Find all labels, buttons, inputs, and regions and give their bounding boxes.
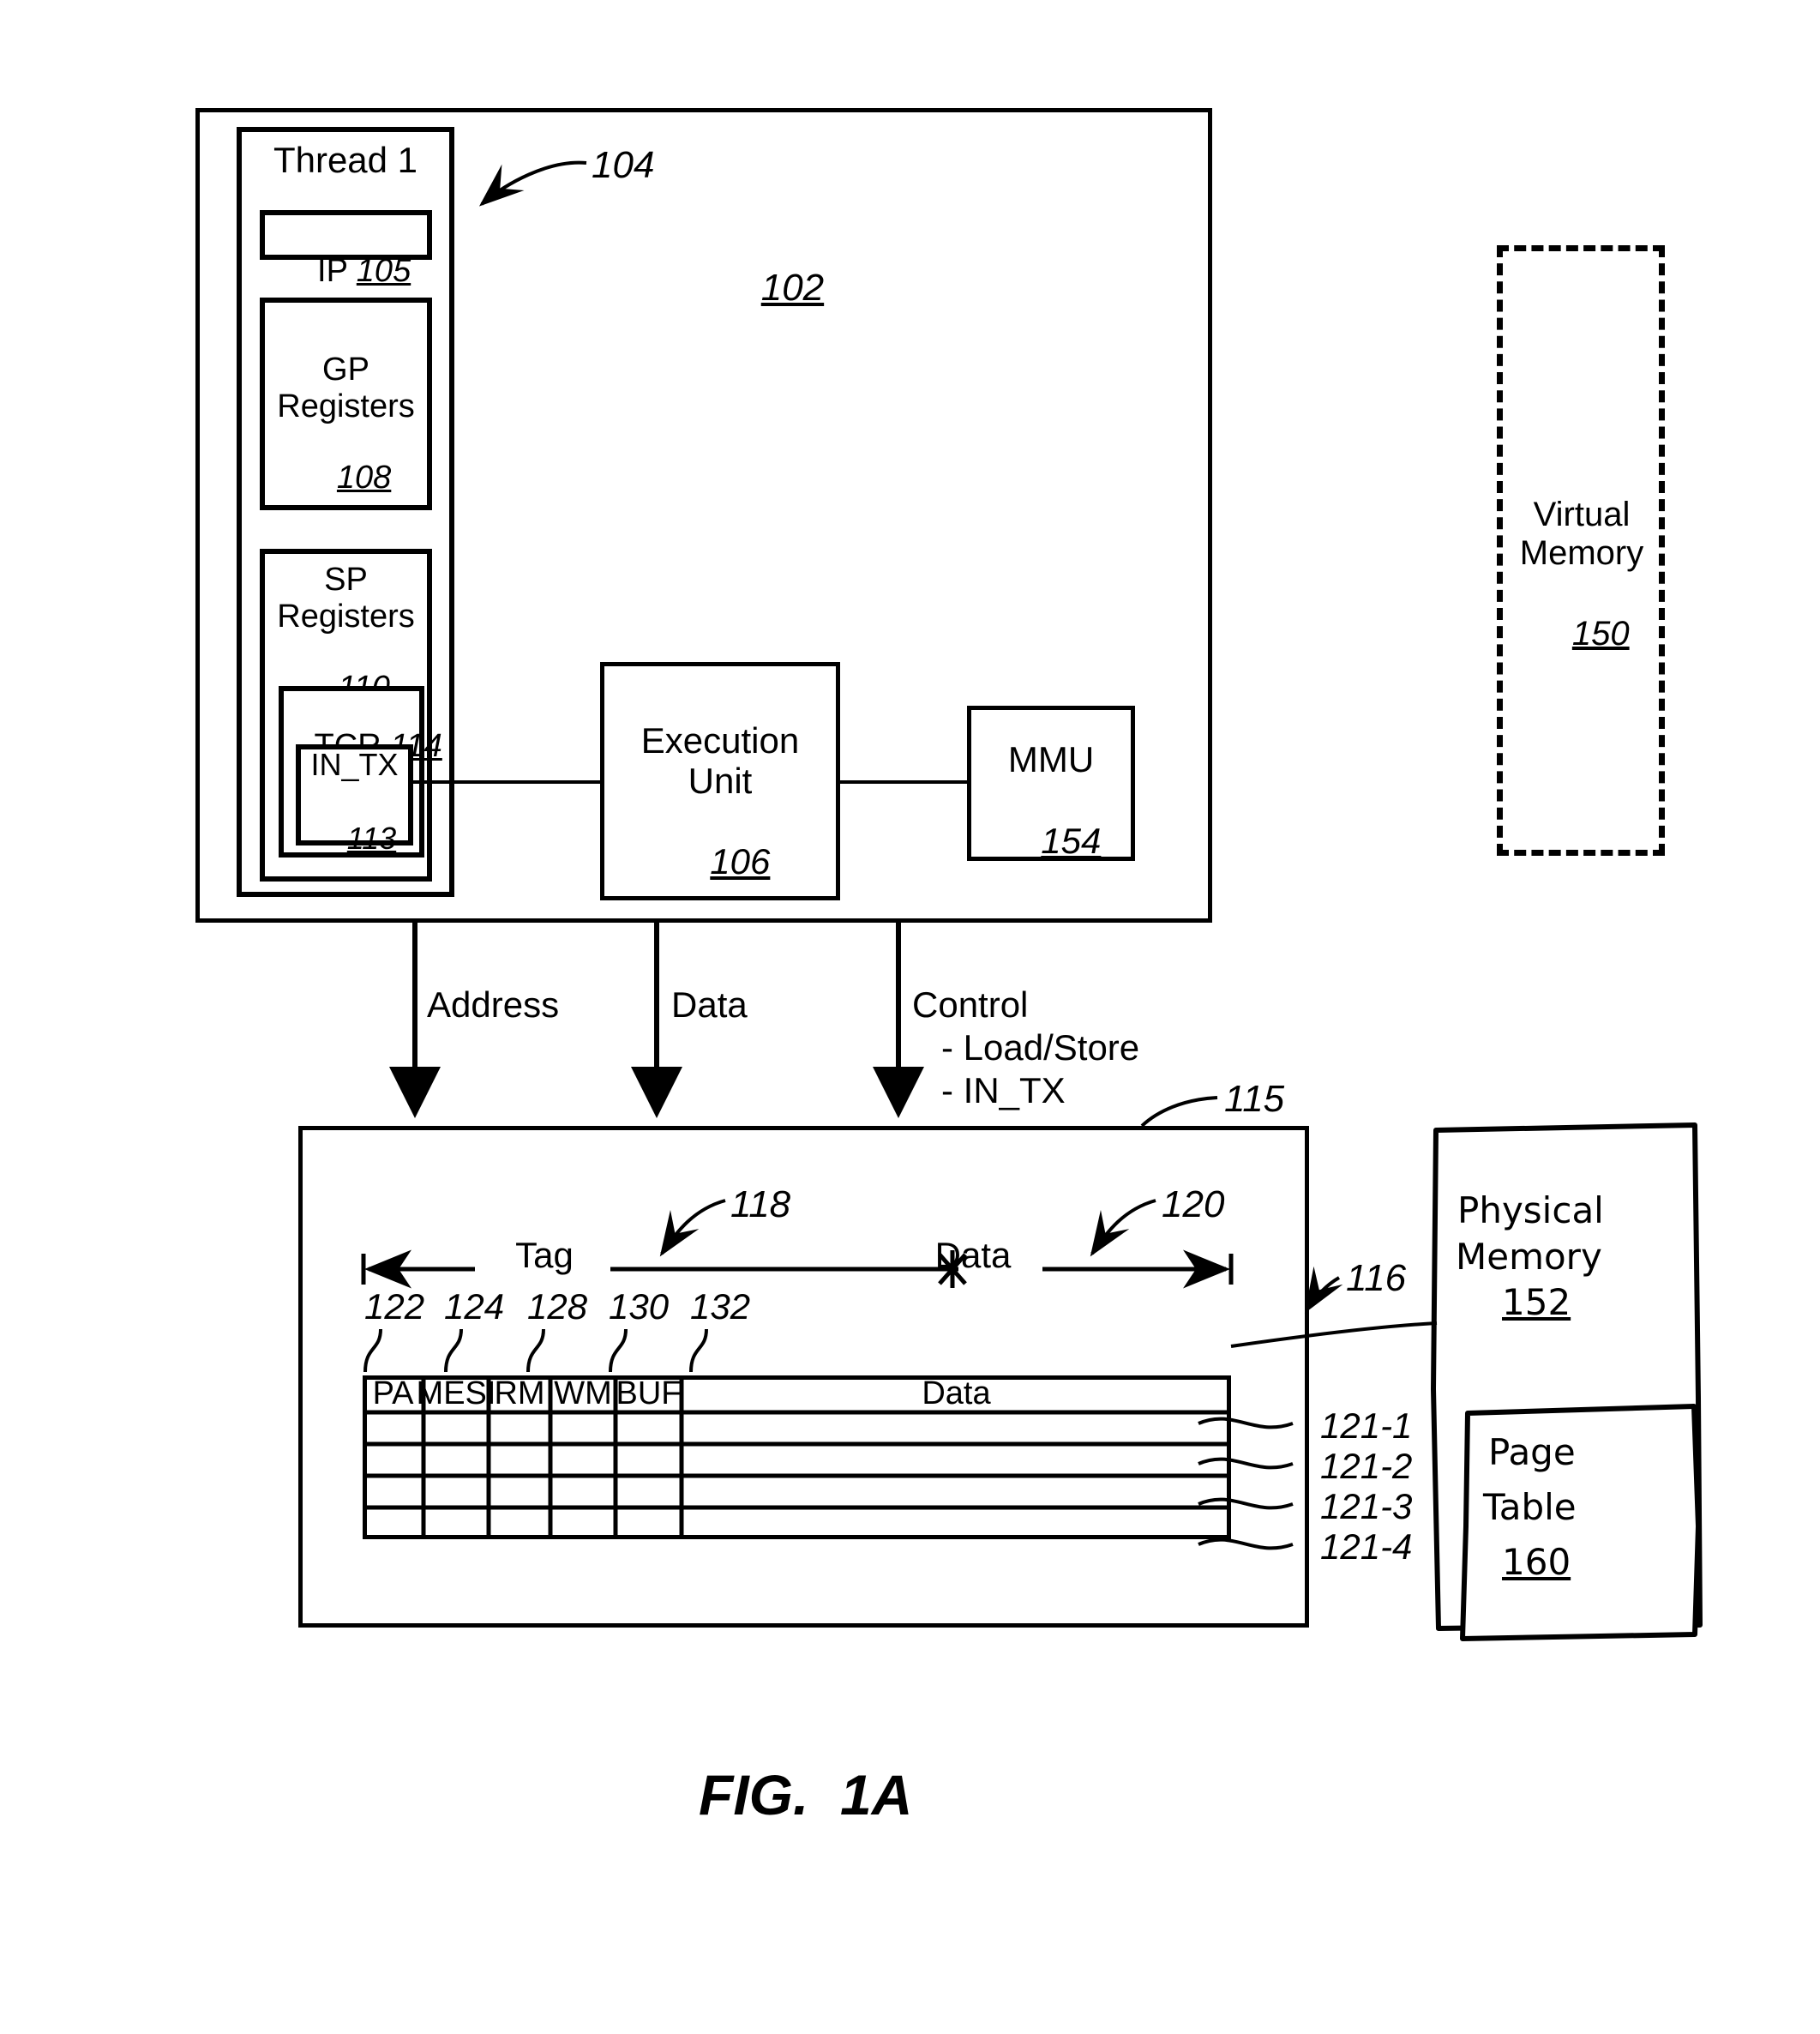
cache-column-header-buf: BUF [616, 1375, 682, 1411]
cache-row-ref-121-4: 121-4 [1320, 1526, 1413, 1567]
bus-label-data: Data [671, 984, 748, 1025]
cache-array-ref-116: 116 [1346, 1257, 1407, 1299]
physical-memory-label-line2: Memory [1456, 1236, 1602, 1278]
cache-column-header-data: Data [922, 1375, 991, 1411]
thread-title: Thread 1 [273, 140, 418, 180]
bus-control-subline-in-tx: - IN_TX [941, 1070, 1066, 1110]
cache-column-header-rm: RM [494, 1375, 545, 1411]
cache-column-ref-128: 128 [527, 1286, 588, 1327]
bus-label-address: Address [427, 984, 560, 1025]
virtual-memory-ref: 150 [1571, 614, 1630, 653]
cache-row-ref-121-1: 121-1 [1320, 1405, 1413, 1446]
cache-column-ref-124: 124 [444, 1286, 505, 1327]
mmu-label: MMU [1007, 739, 1095, 779]
cache-span-ref-118: 118 [730, 1183, 791, 1225]
in-tx-field-label: IN_TX [310, 747, 399, 782]
cache-column-header-pa: PA [372, 1375, 414, 1411]
figure-canvas: 102 Thread 1 IP 105 GP Registers 108 SP … [0, 0, 1820, 2034]
thread-ref-104: 104 [592, 144, 655, 186]
cache-column-ref-132: 132 [690, 1286, 751, 1327]
figure-caption: FIG. 1A [699, 1763, 913, 1826]
gp-registers-ref: 108 [336, 459, 392, 496]
cache-column-ref-122: 122 [364, 1286, 425, 1327]
cache-column-header-wm: WM [554, 1375, 612, 1411]
sp-registers-label: SP Registers [277, 562, 415, 635]
cache-ref-115: 115 [1224, 1078, 1285, 1120]
leader-116 [1304, 1266, 1343, 1314]
virtual-memory-label: Virtual Memory [1519, 496, 1644, 572]
cache-column-ref-130: 130 [609, 1286, 670, 1327]
mmu-ref: 154 [1041, 821, 1102, 862]
cache-span-label-tag: Tag [480, 1235, 609, 1276]
in-tx-field-ref: 113 [346, 821, 397, 857]
cache-row-ref-121-2: 121-2 [1320, 1446, 1413, 1486]
cache-column-header-mesi: MESI [416, 1375, 496, 1411]
cache-row-ref-121-3: 121-3 [1320, 1486, 1413, 1526]
gp-registers-label: GP Registers [277, 352, 415, 424]
bus-label-control: Control [912, 984, 1029, 1025]
page-table-ref: 160 [1502, 1541, 1571, 1583]
physical-memory-label-line1: Physical [1457, 1189, 1604, 1231]
bus-control-subline-load-store: - Load/Store [941, 1027, 1140, 1068]
page-table-label-line1: Page [1488, 1431, 1576, 1473]
cache-span-label-data: Data [900, 1235, 1046, 1276]
cache-span-ref-120: 120 [1162, 1183, 1225, 1225]
execution-unit-label: Execution Unit [640, 720, 800, 802]
physical-memory-ref: 152 [1502, 1281, 1571, 1323]
processor-ref-102: 102 [760, 267, 825, 310]
page-table-label-line2: Table [1483, 1486, 1577, 1528]
execution-unit-ref: 106 [710, 841, 771, 882]
